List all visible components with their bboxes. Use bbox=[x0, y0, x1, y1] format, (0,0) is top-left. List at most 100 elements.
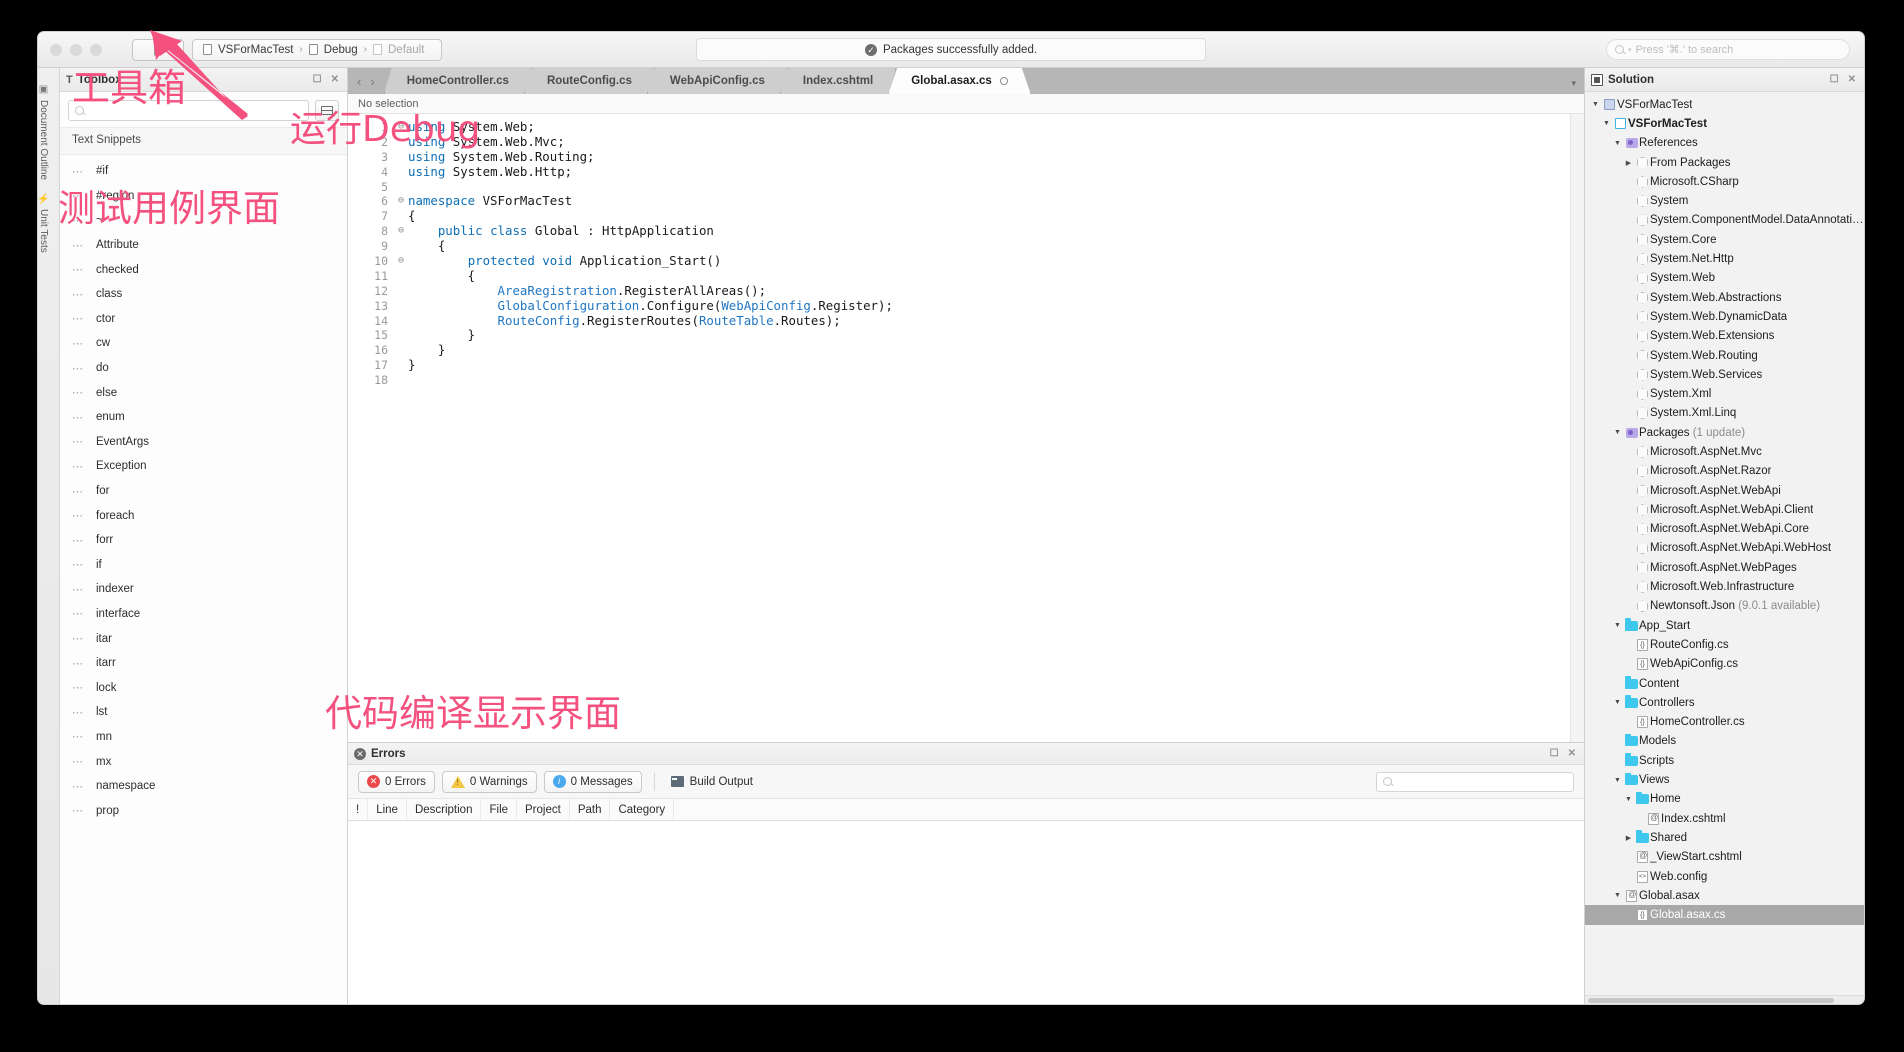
solution-tree-node[interactable]: System.Web.Extensions bbox=[1585, 327, 1864, 346]
tab-overflow-chevron-down-icon[interactable]: ▾ bbox=[1563, 78, 1584, 94]
solution-tree-node[interactable]: Microsoft.AspNet.WebApi.WebHost bbox=[1585, 539, 1864, 558]
close-window-button[interactable] bbox=[50, 43, 62, 56]
snippet-item[interactable]: ⋯ itar bbox=[60, 626, 347, 651]
chevron-right-icon[interactable]: ▶ bbox=[1622, 834, 1635, 842]
editor-tab[interactable]: Global.asax.cs bbox=[888, 68, 1031, 94]
global-search-box[interactable]: ▾ Press '⌘.' to search bbox=[1606, 39, 1850, 60]
pin-icon[interactable]: ☐ bbox=[311, 74, 324, 85]
snippet-item[interactable]: ⋯ lst bbox=[60, 700, 347, 725]
solution-tree-node[interactable]: ▶ From Packages bbox=[1585, 153, 1864, 172]
pin-icon[interactable]: ☐ bbox=[1548, 748, 1561, 759]
snippet-item[interactable]: ⋯ do bbox=[60, 356, 347, 381]
fold-marker[interactable] bbox=[394, 135, 408, 150]
fold-marker[interactable] bbox=[394, 239, 408, 254]
code-editor[interactable]: 1 2 3 4 5 6 7 8 9 10 11 12 13 14 15 16 17 18 ⊖ ⊖ ⊖ ⊖ using S… bbox=[348, 114, 1584, 742]
solution-tree[interactable]: ▼ VSForMacTest ▼ VSForMacTest ▼ References ▶ Fr… bbox=[1585, 92, 1864, 995]
solution-tree-node[interactable]: System.Xml.Linq bbox=[1585, 404, 1864, 423]
chevron-left-icon[interactable]: ‹ bbox=[357, 74, 361, 89]
solution-tree-node[interactable]: ▼ App_Start bbox=[1585, 616, 1864, 635]
solution-tree-node[interactable]: Microsoft.CSharp bbox=[1585, 172, 1864, 191]
errors-column-header[interactable]: Project bbox=[517, 799, 570, 820]
solution-tree-node[interactable]: System.ComponentModel.DataAnnotations bbox=[1585, 211, 1864, 230]
run-configuration-selector[interactable]: VSForMacTest › Debug › Default bbox=[192, 38, 442, 61]
chevron-right-icon[interactable]: ▶ bbox=[1622, 159, 1635, 167]
solution-tree-node[interactable]: ▼ Controllers bbox=[1585, 693, 1864, 712]
solution-tree-node[interactable]: ▼ Views bbox=[1585, 770, 1864, 789]
editor-tab[interactable]: WebApiConfig.cs bbox=[647, 68, 788, 94]
solution-tree-node[interactable]: System bbox=[1585, 191, 1864, 210]
chevron-down-icon[interactable]: ▼ bbox=[1611, 777, 1624, 784]
solution-tree-node[interactable]: Microsoft.AspNet.WebApi.Core bbox=[1585, 520, 1864, 539]
snippet-item[interactable]: ⋯ foreach bbox=[60, 503, 347, 528]
fold-marker[interactable] bbox=[394, 209, 408, 224]
editor-nav-arrows[interactable]: ‹ › bbox=[348, 74, 384, 94]
errors-column-header[interactable]: Path bbox=[570, 799, 611, 820]
code-text-area[interactable]: using System.Web; using System.Web.Mvc; us… bbox=[408, 114, 1584, 742]
solution-tree-node[interactable]: <> Web.config bbox=[1585, 867, 1864, 886]
errors-column-header[interactable]: ! bbox=[348, 799, 369, 820]
errors-column-header[interactable]: Category bbox=[610, 799, 675, 820]
close-tab-icon[interactable] bbox=[1000, 77, 1008, 85]
pin-icon[interactable]: ☐ bbox=[1828, 74, 1841, 85]
editor-tab[interactable]: HomeController.cs bbox=[384, 68, 532, 94]
fold-marker[interactable] bbox=[394, 284, 408, 299]
build-output-button[interactable]: Build Output bbox=[667, 776, 757, 788]
maximize-window-button[interactable] bbox=[90, 43, 102, 56]
chevron-down-icon[interactable]: ▼ bbox=[1611, 622, 1624, 629]
solution-tree-node[interactable]: ▼ Packages (1 update) bbox=[1585, 423, 1864, 442]
editor-breadcrumb[interactable]: No selection bbox=[348, 94, 1584, 114]
solution-tree-node[interactable]: ▼ References bbox=[1585, 134, 1864, 153]
snippet-item[interactable]: ⋯ #region bbox=[60, 184, 347, 209]
errors-column-header[interactable]: File bbox=[481, 799, 518, 820]
editor-tab[interactable]: RouteConfig.cs bbox=[524, 68, 655, 94]
errors-search-input[interactable] bbox=[1376, 771, 1574, 792]
snippet-item[interactable]: ⋯ mn bbox=[60, 725, 347, 750]
snippet-item[interactable]: ⋯ Attribute bbox=[60, 233, 347, 258]
window-controls[interactable] bbox=[50, 43, 102, 56]
snippet-item[interactable]: ⋯ forr bbox=[60, 528, 347, 553]
snippet-item[interactable]: ⋯ itarr bbox=[60, 651, 347, 676]
solution-tree-node[interactable]: Models bbox=[1585, 732, 1864, 751]
snippet-item[interactable]: ⋯ for bbox=[60, 479, 347, 504]
fold-marker[interactable] bbox=[394, 314, 408, 329]
snippet-item[interactable]: ⋯ lock bbox=[60, 675, 347, 700]
chevron-down-icon[interactable]: ▼ bbox=[1600, 120, 1613, 127]
snippet-item[interactable]: ⋯ namespace bbox=[60, 774, 347, 799]
chevron-down-icon[interactable]: ▼ bbox=[1611, 140, 1624, 147]
fold-marker[interactable] bbox=[394, 358, 408, 373]
solution-tree-node[interactable]: Microsoft.AspNet.WebPages bbox=[1585, 558, 1864, 577]
fold-marker[interactable] bbox=[394, 165, 408, 180]
chevron-down-icon[interactable]: ▼ bbox=[1611, 429, 1624, 436]
solution-tree-node[interactable]: ▼ VSForMacTest bbox=[1585, 95, 1864, 114]
fold-marker[interactable] bbox=[394, 180, 408, 195]
solution-tree-node[interactable]: System.Web.Abstractions bbox=[1585, 288, 1864, 307]
editor-tabs[interactable]: HomeController.cs RouteConfig.cs WebApiCon… bbox=[384, 68, 1023, 94]
snippet-item[interactable]: ⋯ class bbox=[60, 282, 347, 307]
snippet-item[interactable]: ⋯ else bbox=[60, 380, 347, 405]
errors-table-body[interactable] bbox=[348, 821, 1584, 1004]
editor-tab[interactable]: Index.cshtml bbox=[780, 68, 896, 94]
solution-tree-node[interactable]: {} Global.asax.cs bbox=[1585, 905, 1864, 925]
solution-tree-node[interactable]: System.Web.DynamicData bbox=[1585, 307, 1864, 326]
fold-marker[interactable] bbox=[394, 343, 408, 358]
code-folding-column[interactable]: ⊖ ⊖ ⊖ ⊖ bbox=[394, 114, 408, 742]
solution-tree-node[interactable]: Microsoft.Web.Infrastructure bbox=[1585, 577, 1864, 596]
vtab-document-outline[interactable]: ▣ Document Outline bbox=[38, 78, 49, 186]
toolbox-snippet-list[interactable]: ⋯ #if ⋯ #region ⋯ ~ ⋯ Attribute ⋯ checked ⋯ class ⋯ c… bbox=[60, 155, 347, 1004]
toolbox-search-input[interactable] bbox=[68, 100, 309, 121]
fold-marker[interactable]: ⊖ bbox=[394, 224, 408, 239]
minimize-window-button[interactable] bbox=[70, 43, 82, 56]
snippet-item[interactable]: ⋯ cw bbox=[60, 331, 347, 356]
solution-tree-node[interactable]: Scripts bbox=[1585, 751, 1864, 770]
solution-tree-node[interactable]: {} RouteConfig.cs bbox=[1585, 635, 1864, 654]
toolbox-section-header[interactable]: Text Snippets bbox=[60, 127, 347, 155]
solution-tree-node[interactable]: ▶ Shared bbox=[1585, 828, 1864, 847]
chevron-down-icon[interactable]: ▼ bbox=[1589, 101, 1602, 108]
fold-marker[interactable] bbox=[394, 373, 408, 388]
snippet-item[interactable]: ⋯ indexer bbox=[60, 577, 347, 602]
snippet-item[interactable]: ⋯ mx bbox=[60, 749, 347, 774]
fold-marker[interactable] bbox=[394, 150, 408, 165]
solution-tree-node[interactable]: _ViewStart.cshtml bbox=[1585, 848, 1864, 867]
fold-marker[interactable]: ⊖ bbox=[394, 120, 408, 135]
vtab-unit-tests[interactable]: ⚡ Unit Tests bbox=[38, 186, 49, 259]
